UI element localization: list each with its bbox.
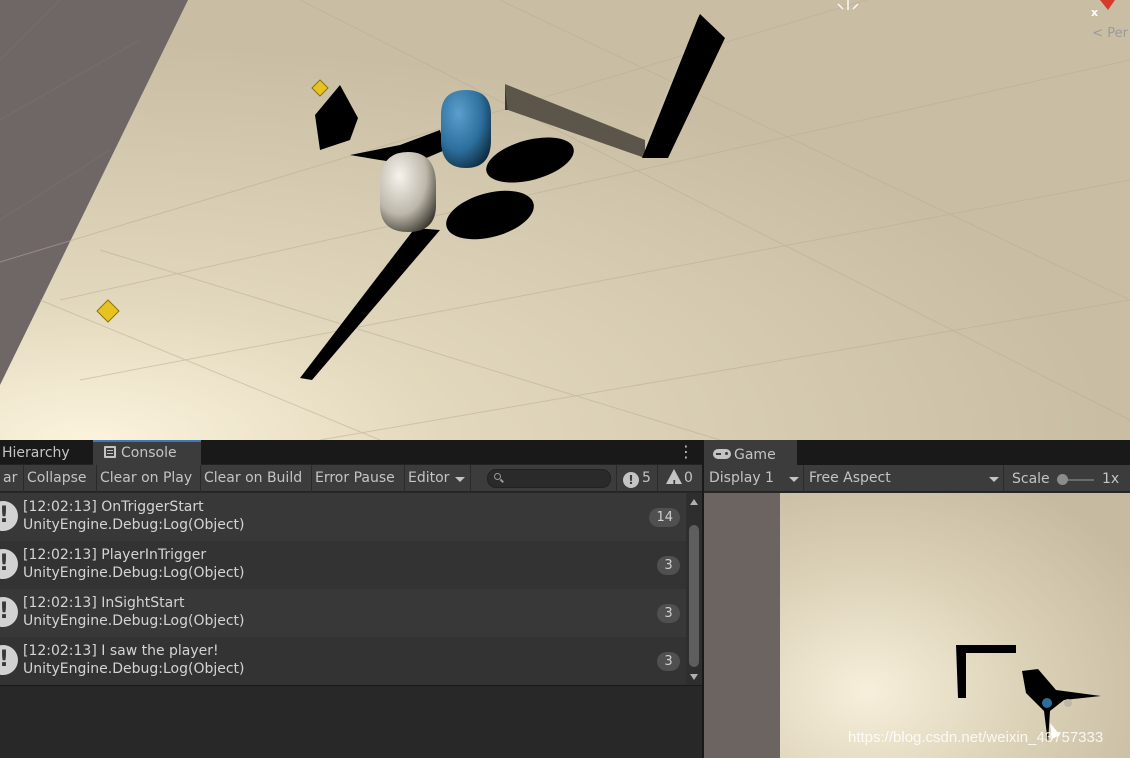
log-list: ! [12:02:13] OnTriggerStart UnityEngine.… [0,493,686,686]
warning-filter-toggle[interactable]: 0 [657,465,702,498]
log-message: [12:02:13] InSightStart [23,595,185,611]
log-count-badge: 3 [657,604,680,623]
info-icon: ! [0,549,18,579]
console-icon [104,446,116,458]
tab-hierarchy-label: Hierarchy [2,445,70,461]
chevron-down-icon [789,477,799,482]
console-toolbar: ar Collapse Clear on Play Clear on Build… [0,465,702,498]
log-entry[interactable]: ! [12:02:13] I saw the player! UnityEngi… [0,637,686,685]
scene-render[interactable] [0,0,1130,440]
log-source: UnityEngine.Debug:Log(Object) [23,661,245,677]
aspect-dropdown[interactable]: Free Aspect [804,465,1004,492]
log-entry[interactable]: ! [12:02:13] InSightStart UnityEngine.De… [0,589,686,637]
warning-count: 0 [684,470,693,486]
clear-on-build-toggle[interactable]: Clear on Build [201,465,312,492]
chevron-left-icon: < [1092,26,1104,41]
log-message: [12:02:13] I saw the player! [23,643,219,659]
tab-console-label: Console [121,445,177,461]
scene-view[interactable]: x < Per [0,0,1130,440]
gizmo-axis-label[interactable]: x [1091,6,1098,19]
scale-label: Scale [1012,471,1050,487]
kebab-menu-icon[interactable]: ⋮ [678,444,694,462]
clear-button[interactable]: ar [0,465,24,492]
scale-value: 1x [1102,471,1120,487]
log-entry[interactable]: ! [12:02:13] OnTriggerStart UnityEngine.… [0,493,686,541]
game-render [704,493,1130,758]
watermark: https://blog.csdn.net/weixin_43757333 [848,729,1104,746]
game-viewport[interactable] [704,493,1130,758]
log-count: 5 [642,470,651,486]
log-source: UnityEngine.Debug:Log(Object) [23,613,245,629]
tab-game[interactable]: Game [704,440,797,465]
warning-icon [666,469,682,498]
log-message: [12:02:13] PlayerInTrigger [23,547,207,563]
log-detail-area [0,686,702,758]
game-toolbar: Display 1 Free Aspect Scale 1x [704,465,1130,492]
tab-game-label: Game [734,447,776,463]
game-tabbar: Game [704,440,1130,465]
log-scrollbar[interactable] [686,493,702,686]
scrollbar-thumb[interactable] [689,525,699,667]
editor-dropdown[interactable]: Editor [405,465,471,492]
collapse-toggle[interactable]: Collapse [24,465,97,492]
log-filter-toggle[interactable]: ! 5 [616,465,657,492]
tab-console[interactable]: Console [93,440,201,465]
clear-on-play-toggle[interactable]: Clear on Play [97,465,201,492]
log-entry[interactable]: ! [12:02:13] PlayerInTrigger UnityEngine… [0,541,686,589]
info-icon: ! [0,501,18,531]
log-count-badge: 14 [649,508,680,527]
search-input[interactable] [506,470,606,487]
log-count-badge: 3 [657,556,680,575]
aspect-dropdown-label: Free Aspect [809,470,891,486]
chevron-down-icon [989,477,999,482]
display-dropdown-label: Display 1 [709,470,774,486]
console-search[interactable] [487,469,611,488]
error-pause-toggle[interactable]: Error Pause [312,465,405,492]
info-icon: ! [0,645,18,675]
chevron-down-icon [455,477,465,482]
log-count-badge: 3 [657,652,680,671]
game-panel: Game Display 1 Free Aspect Scale 1x [704,440,1130,758]
log-source: UnityEngine.Debug:Log(Object) [23,517,245,533]
log-message: [12:02:13] OnTriggerStart [23,499,204,515]
scroll-up-icon[interactable] [690,499,698,505]
display-dropdown[interactable]: Display 1 [704,465,804,492]
log-source: UnityEngine.Debug:Log(Object) [23,565,245,581]
scroll-down-icon[interactable] [690,674,698,680]
info-icon: ! [623,472,639,488]
perspective-label: Per [1107,26,1128,41]
scale-slider-handle[interactable] [1057,474,1068,485]
tab-hierarchy[interactable]: Hierarchy [0,440,92,465]
gamepad-icon [713,449,731,459]
editor-dropdown-label: Editor [408,470,450,486]
console-tabbar: Hierarchy Console ⋮ [0,440,702,465]
console-panel: Hierarchy Console ⋮ ar Collapse Clear on… [0,440,702,758]
perspective-toggle[interactable]: < Per [1092,26,1128,41]
info-icon: ! [0,597,18,627]
search-icon [494,473,501,480]
